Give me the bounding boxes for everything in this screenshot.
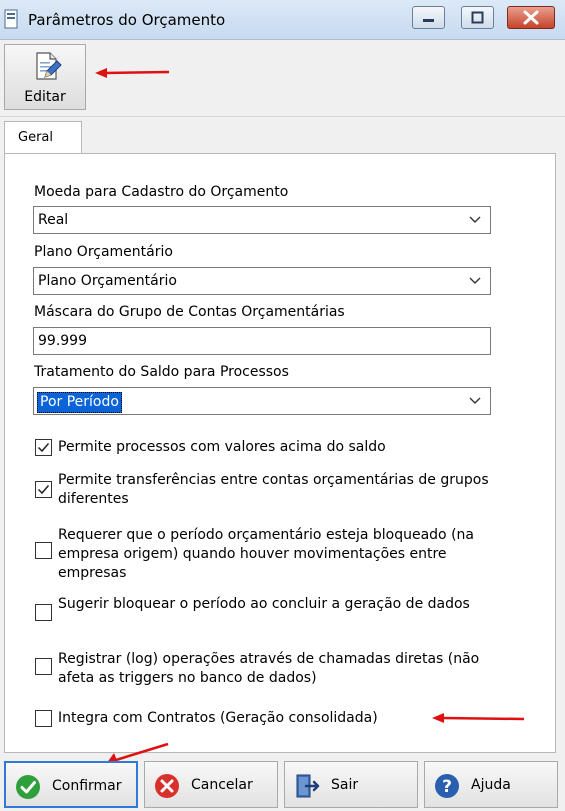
checkbox-label: Permite processos com valores acima do s… xyxy=(58,439,386,455)
confirm-button[interactable]: Confirmar xyxy=(4,761,138,808)
exit-door-icon xyxy=(296,774,320,798)
help-button[interactable]: ? Ajuda xyxy=(424,761,558,808)
tab-label: Geral xyxy=(18,130,53,145)
exit-label: Sair xyxy=(331,777,359,793)
close-icon xyxy=(523,10,539,25)
check-icon xyxy=(37,443,50,453)
checkbox-log-direct-calls[interactable] xyxy=(35,658,52,675)
tab-geral[interactable]: Geral xyxy=(4,121,82,155)
check-circle-icon xyxy=(16,775,40,799)
svg-text:?: ? xyxy=(442,777,452,797)
maximize-button[interactable] xyxy=(461,6,494,29)
chevron-down-icon xyxy=(469,397,481,404)
mask-input[interactable]: 99.999 xyxy=(33,327,491,355)
minimize-icon xyxy=(423,19,434,22)
balance-treatment-value: Por Período xyxy=(37,392,122,413)
checkbox-allow-transfers[interactable] xyxy=(35,481,52,498)
chevron-down-icon xyxy=(469,277,481,284)
checkbox-integrate-contracts[interactable] xyxy=(35,710,52,727)
currency-select[interactable]: Real xyxy=(33,206,491,234)
confirm-label: Confirmar xyxy=(52,778,122,794)
checkbox-label: Registrar (log) operações através de cha… xyxy=(58,651,480,686)
edit-button[interactable]: Editar xyxy=(4,44,86,110)
window-title: Parâmetros do Orçamento xyxy=(28,11,226,29)
checkbox-label: Requerer que o período orçamentário este… xyxy=(58,527,474,581)
balance-treatment-label: Tratamento do Saldo para Processos xyxy=(34,364,289,380)
tab-strip: Geral xyxy=(0,121,565,155)
balance-treatment-select[interactable]: Por Período xyxy=(33,387,491,415)
budget-plan-select[interactable]: Plano Orçamentário xyxy=(33,267,491,295)
app-icon xyxy=(4,9,18,29)
currency-label: Moeda para Cadastro do Orçamento xyxy=(34,184,289,200)
mask-value: 99.999 xyxy=(38,333,87,349)
annotation-arrow xyxy=(432,713,525,723)
checkbox-label: Sugerir bloquear o período ao concluir a… xyxy=(58,596,470,612)
annotation-arrow xyxy=(95,68,170,78)
currency-value: Real xyxy=(38,212,69,228)
check-icon xyxy=(37,485,50,495)
budget-plan-value: Plano Orçamentário xyxy=(38,273,177,289)
checkbox-label: Permite transferências entre contas orça… xyxy=(58,472,489,507)
close-button[interactable] xyxy=(507,6,555,29)
checkbox-suggest-lock[interactable] xyxy=(35,604,52,621)
help-icon: ? xyxy=(435,774,459,798)
maximize-icon xyxy=(471,11,484,24)
edit-button-label: Editar xyxy=(24,89,66,105)
cancel-label: Cancelar xyxy=(191,777,253,793)
cancel-icon xyxy=(155,774,179,798)
chevron-down-icon xyxy=(469,216,481,223)
toolbar: Editar xyxy=(0,41,565,117)
mask-label: Máscara do Grupo de Contas Orçamentárias xyxy=(34,304,345,320)
checkbox-allow-over-balance[interactable] xyxy=(35,439,52,456)
title-bar[interactable]: Parâmetros do Orçamento xyxy=(0,0,565,40)
minimize-button[interactable] xyxy=(412,6,445,29)
exit-button[interactable]: Sair xyxy=(284,761,418,808)
edit-document-icon xyxy=(36,52,62,80)
checkbox-require-locked-period[interactable] xyxy=(35,542,52,559)
budget-plan-label: Plano Orçamentário xyxy=(34,244,173,260)
cancel-button[interactable]: Cancelar xyxy=(144,761,278,808)
help-label: Ajuda xyxy=(471,777,511,793)
